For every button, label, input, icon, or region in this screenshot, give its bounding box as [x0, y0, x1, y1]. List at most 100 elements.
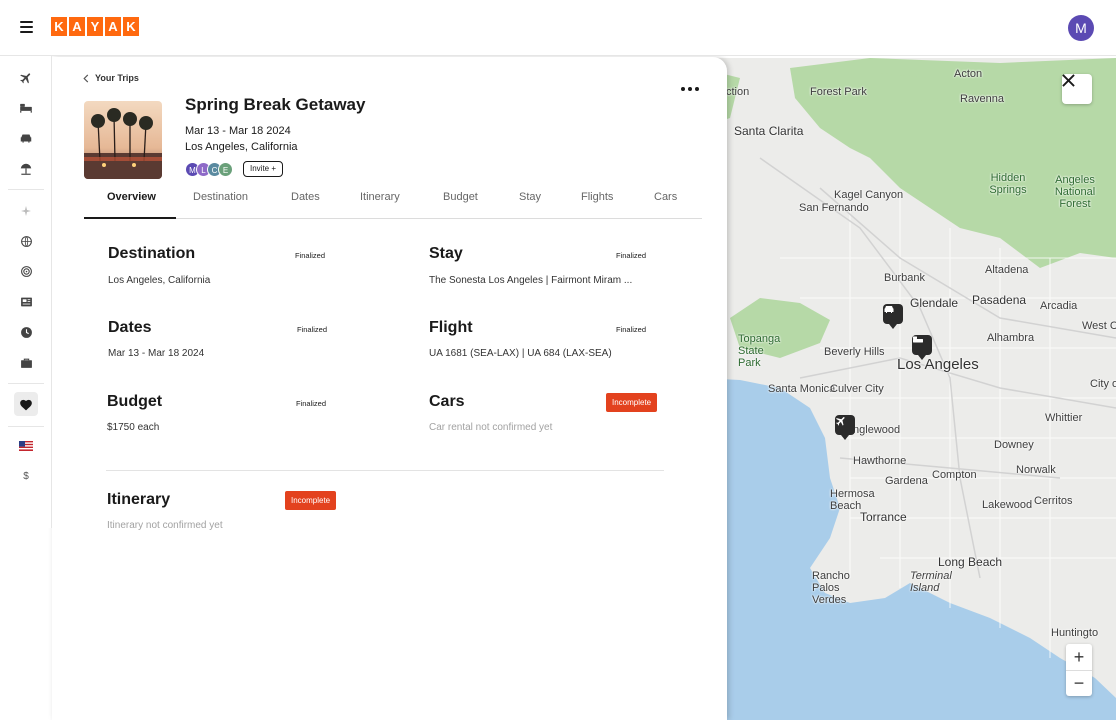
map-label: Terminal Island	[910, 570, 952, 594]
beach-umbrella-icon[interactable]	[14, 157, 38, 181]
map-label: San Fernando	[799, 202, 869, 214]
member-avatar[interactable]: E	[218, 161, 233, 177]
tab-destination[interactable]: Destination	[193, 191, 248, 203]
car-rental-pin[interactable]	[883, 304, 903, 329]
flight-title[interactable]: Flight	[429, 319, 473, 337]
map-label: Torrance	[860, 510, 907, 524]
more-options-icon[interactable]	[681, 87, 699, 91]
tab-budget[interactable]: Budget	[443, 191, 478, 203]
dates-text: Mar 13 - Mar 18 2024	[108, 348, 205, 359]
us-flag-icon[interactable]	[14, 434, 38, 458]
bed-icon[interactable]	[14, 96, 38, 120]
logo-letter: K	[123, 17, 139, 36]
map-label: Ravenna	[960, 93, 1005, 105]
close-icon	[1062, 74, 1075, 87]
kayak-logo[interactable]: K A Y A K	[51, 17, 139, 36]
map-label: Compton	[932, 469, 977, 481]
plane-icon	[836, 417, 845, 426]
currency-selector[interactable]: $	[14, 464, 38, 488]
nav-divider	[8, 383, 44, 384]
map-label: Long Beach	[938, 555, 1003, 569]
trip-dates: Mar 13 - Mar 18 2024	[185, 125, 291, 137]
destination-title[interactable]: Destination	[108, 245, 195, 263]
map-label: Gardena	[885, 475, 928, 487]
map-label: Hawthorne	[853, 455, 907, 467]
stay-text: The Sonesta Los Angeles | Fairmont Miram…	[429, 275, 633, 286]
hotel-pin[interactable]	[912, 335, 932, 360]
map-terrain	[700, 58, 1116, 720]
close-map-button[interactable]	[1062, 74, 1092, 104]
clock-icon[interactable]	[14, 320, 38, 344]
stay-status: Finalized	[616, 251, 647, 260]
map-label: Hermosa Beach	[830, 488, 875, 512]
logo-letter: Y	[87, 17, 103, 36]
map-label: Arcadia	[1040, 300, 1078, 312]
map-label: Alhambra	[987, 332, 1035, 344]
flight-status: Finalized	[616, 325, 647, 334]
nav-divider	[8, 189, 44, 190]
map-label: Glendale	[910, 296, 959, 310]
map-label: Forest Park	[810, 86, 867, 98]
cars-text: Car rental not confirmed yet	[429, 422, 553, 433]
trip-title: Spring Break Getaway	[185, 95, 366, 114]
trip-cover-image	[84, 101, 162, 179]
map-label: Rancho Palos Verdes	[812, 570, 850, 606]
map-label: Culver City	[830, 383, 884, 395]
sparkle-icon[interactable]	[14, 199, 38, 223]
map-label: Burbank	[884, 272, 925, 284]
trip-map[interactable]: Acton Forest Park Ravenna ction Santa Cl…	[700, 58, 1116, 720]
map-label: Huntingto	[1051, 627, 1099, 639]
chevron-left-icon	[83, 73, 89, 83]
zoom-in-button[interactable]: +	[1066, 644, 1092, 670]
logo-letter: A	[69, 17, 85, 36]
logo-letter: K	[51, 17, 67, 36]
map-label: West C	[1082, 320, 1116, 332]
section-divider	[106, 470, 664, 471]
itinerary-text: Itinerary not confirmed yet	[107, 520, 223, 531]
plane-icon[interactable]	[14, 66, 38, 90]
dates-title[interactable]: Dates	[108, 319, 152, 337]
budget-title[interactable]: Budget	[107, 393, 162, 411]
map-label: Pasadena	[972, 293, 1027, 307]
active-tab-indicator	[84, 217, 176, 219]
tab-dates[interactable]: Dates	[291, 191, 320, 203]
destination-text: Los Angeles, California	[108, 275, 211, 286]
news-icon[interactable]	[14, 290, 38, 314]
menu-icon[interactable]	[20, 21, 33, 33]
airport-pin[interactable]	[835, 415, 855, 440]
breadcrumb-link[interactable]: Your Trips	[95, 73, 139, 83]
map-label: Santa Clarita	[734, 124, 804, 138]
breadcrumb[interactable]: Your Trips	[83, 73, 139, 83]
left-nav: $	[0, 56, 52, 528]
map-label: City o	[1090, 378, 1116, 390]
car-icon[interactable]	[14, 126, 38, 150]
heart-icon[interactable]	[14, 392, 38, 416]
tab-flights[interactable]: Flights	[581, 191, 613, 203]
itinerary-status-badge: Incomplete	[285, 491, 337, 510]
trip-members: M L C E Invite +	[185, 161, 284, 177]
user-avatar[interactable]: M	[1068, 15, 1094, 41]
map-label: Norwalk	[1016, 464, 1056, 476]
tab-overview[interactable]: Overview	[107, 191, 156, 203]
map-label: Santa Monica	[768, 383, 836, 395]
logo-letter: A	[105, 17, 121, 36]
globe-icon[interactable]	[14, 229, 38, 253]
tab-stay[interactable]: Stay	[519, 191, 541, 203]
trip-tabs: Overview Destination Dates Itinerary Bud…	[84, 183, 702, 219]
top-header: K A Y A K M	[0, 0, 1116, 56]
map-label: Acton	[954, 68, 983, 80]
invite-button[interactable]: Invite +	[243, 161, 284, 177]
briefcase-icon[interactable]	[14, 351, 38, 375]
tab-cars[interactable]: Cars	[654, 191, 677, 203]
bed-icon	[913, 336, 923, 343]
zoom-out-button[interactable]: −	[1066, 670, 1092, 696]
map-label: Altadena	[985, 264, 1029, 276]
map-label: Lakewood	[982, 499, 1033, 511]
itinerary-title[interactable]: Itinerary	[107, 491, 170, 509]
tab-itinerary[interactable]: Itinerary	[360, 191, 400, 203]
zoom-controls: + −	[1066, 644, 1092, 696]
cars-title[interactable]: Cars	[429, 393, 465, 411]
stay-title[interactable]: Stay	[429, 245, 463, 263]
map-label: Beverly Hills	[824, 346, 885, 358]
target-icon[interactable]	[14, 259, 38, 283]
